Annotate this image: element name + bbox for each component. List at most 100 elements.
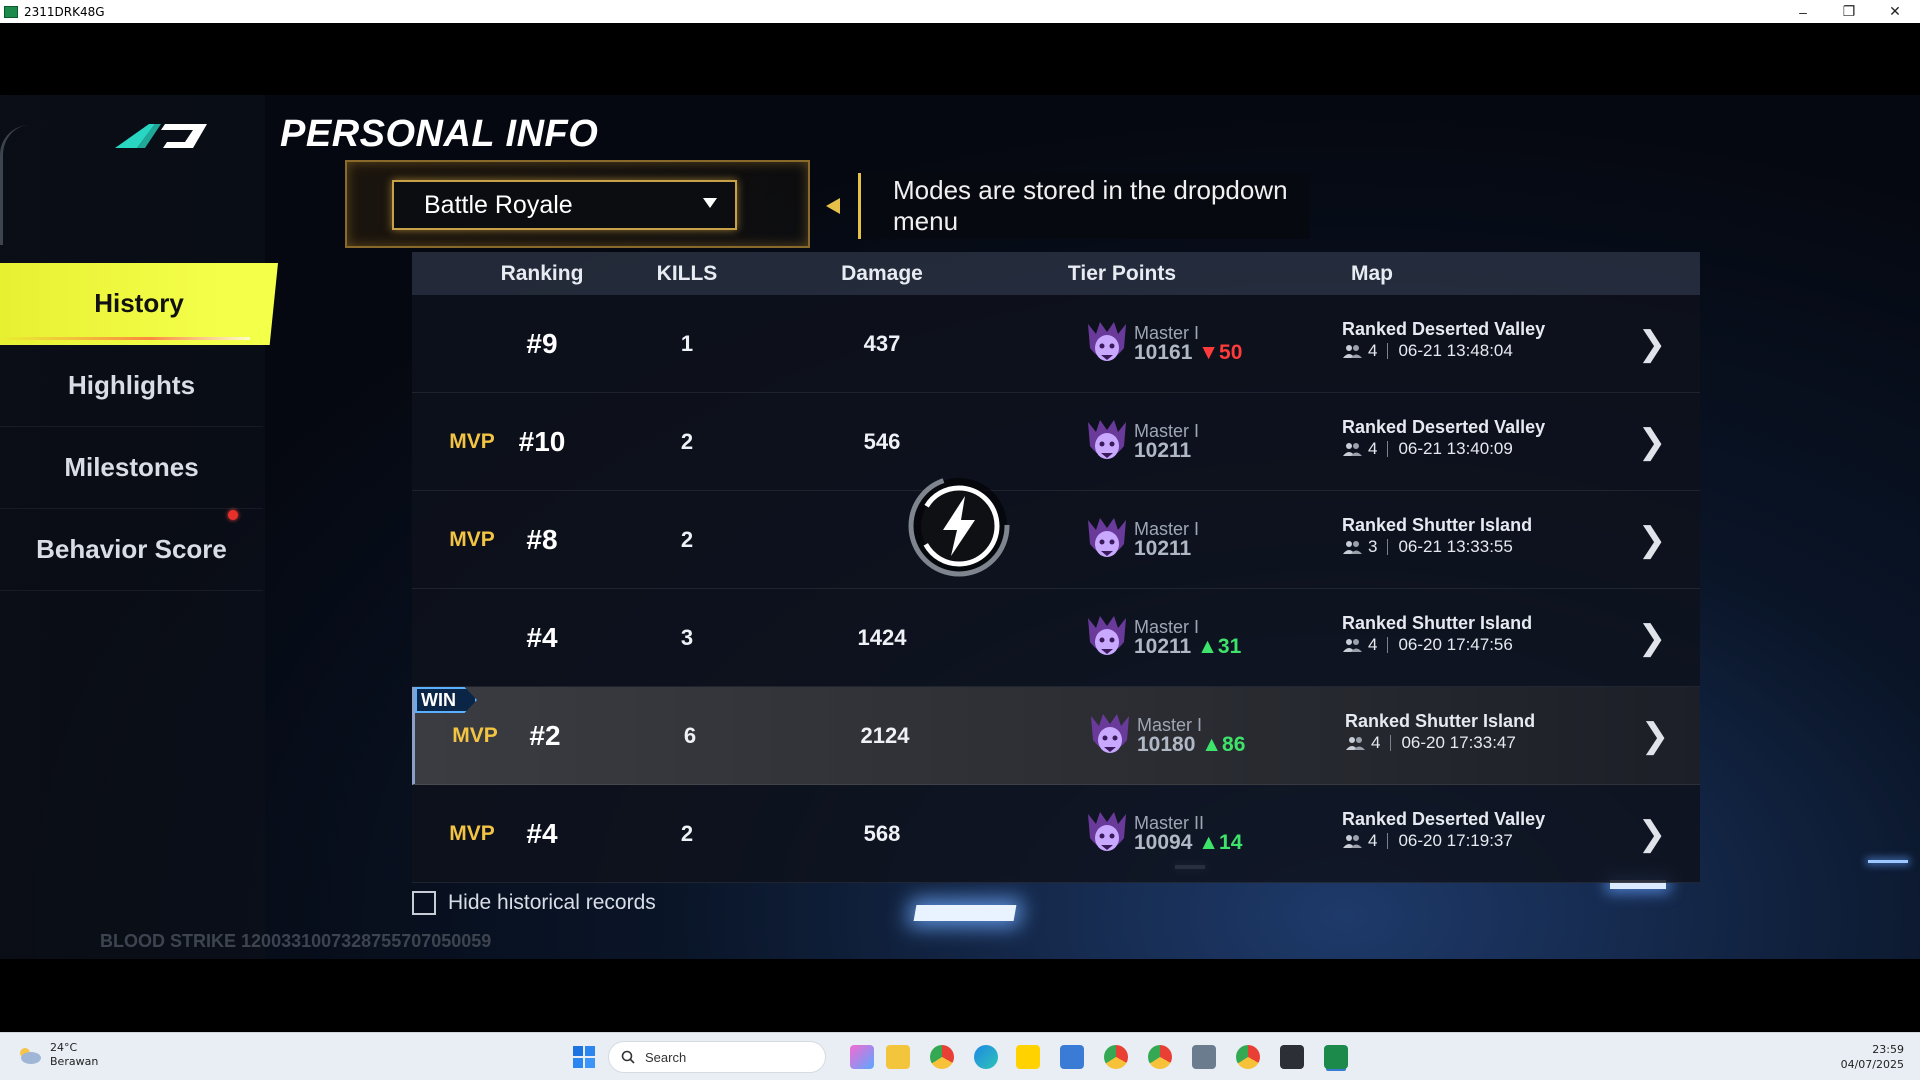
tier-points-value: 10211 xyxy=(1134,439,1192,463)
match-mode: Ranked xyxy=(1345,711,1411,731)
divider xyxy=(1387,539,1389,555)
notepad-icon[interactable] xyxy=(1060,1045,1084,1069)
minimize-button[interactable]: – xyxy=(1780,0,1826,23)
game-logo-icon xyxy=(115,124,207,148)
hide-records-checkbox[interactable] xyxy=(412,891,436,915)
weather-temp: 24°C xyxy=(50,1041,78,1054)
nav-label: Behavior Score xyxy=(36,534,227,564)
squad-icon xyxy=(1343,345,1362,358)
ranking-value: #4 xyxy=(526,818,558,849)
sticky-notes-icon[interactable] xyxy=(1016,1045,1040,1069)
mode-dropdown[interactable]: Battle Royale xyxy=(392,180,737,230)
squad-icon xyxy=(1343,835,1362,848)
header-map: Map xyxy=(1351,261,1393,285)
restore-button[interactable]: ❐ xyxy=(1826,0,1872,23)
nav-label: Milestones xyxy=(64,452,199,482)
window-title: 2311DRK48G xyxy=(24,4,105,19)
chevron-right-icon[interactable]: ❯ xyxy=(1635,687,1675,785)
match-time: 06-21 13:40:09 xyxy=(1398,439,1513,458)
ranking-value: #2 xyxy=(529,720,561,751)
chrome-profile-icon[interactable] xyxy=(1236,1045,1260,1069)
master-rank-icon xyxy=(1091,714,1129,753)
ranking-value: #8 xyxy=(526,524,558,555)
taskbar-search[interactable]: Search xyxy=(608,1041,826,1073)
search-icon xyxy=(621,1050,635,1064)
tier-points-delta: 86 xyxy=(1222,733,1246,757)
taskbar-clock[interactable]: 23:59 04/07/2025 xyxy=(1841,1042,1904,1073)
game-app-icon[interactable] xyxy=(1324,1045,1348,1069)
chrome-profile-icon[interactable] xyxy=(1148,1045,1172,1069)
map-name: Shutter Island xyxy=(1412,613,1533,633)
divider xyxy=(1387,343,1389,359)
terminal-icon[interactable] xyxy=(1280,1045,1304,1069)
table-row[interactable]: #9 1 437 Master I 10161 ▼50 Ranked Deserte… xyxy=(412,295,1700,393)
squad-size: 4 xyxy=(1368,439,1378,458)
edge-icon[interactable] xyxy=(974,1045,998,1069)
squad-icon xyxy=(1343,541,1362,554)
kills-value: 2 xyxy=(680,429,694,454)
chrome-profile-icon[interactable] xyxy=(1104,1045,1128,1069)
divider xyxy=(1387,833,1389,849)
weather-widget[interactable]: 24°C Berawan xyxy=(16,1041,98,1070)
file-explorer-icon[interactable] xyxy=(886,1045,910,1069)
match-time: 06-21 13:48:04 xyxy=(1398,341,1513,360)
chevron-right-icon[interactable]: ❯ xyxy=(1632,785,1672,883)
match-time: 06-20 17:47:56 xyxy=(1398,635,1513,654)
match-mode: Ranked xyxy=(1342,809,1408,829)
table-row[interactable]: #4 3 1424 Master I 10211 ▲31 Ranked Shutte… xyxy=(412,589,1700,687)
tier-points-value: 10211 xyxy=(1134,537,1192,561)
damage-value: 437 xyxy=(863,331,901,356)
table-row[interactable]: MVP #8 2 Master I 10211 Ranked Shutter Isl… xyxy=(412,491,1700,589)
table-row[interactable]: WIN MVP #2 6 2124 Master I 10180 ▲86 Ranked … xyxy=(412,687,1700,785)
tier-name: Master I xyxy=(1134,420,1200,441)
tier-name: Master II xyxy=(1134,812,1205,833)
map-cell: Ranked Shutter Island 4 06-20 17:33:47 xyxy=(1345,687,1595,785)
header-tier-points: Tier Points xyxy=(1067,261,1177,285)
tier-points-delta: 31 xyxy=(1217,635,1242,659)
history-table: Ranking KILLS Damage Tier Points Map #9 1… xyxy=(412,252,1700,883)
squad-icon xyxy=(1343,639,1362,652)
master-rank-icon xyxy=(1088,812,1126,851)
chevron-right-icon[interactable]: ❯ xyxy=(1632,491,1672,589)
table-header: Ranking KILLS Damage Tier Points Map xyxy=(412,252,1700,295)
chevron-right-icon[interactable]: ❯ xyxy=(1632,589,1672,687)
divider xyxy=(1390,735,1392,751)
tier-name: Master I xyxy=(1137,714,1203,735)
squad-size: 4 xyxy=(1368,341,1378,360)
master-rank-icon xyxy=(1088,616,1126,655)
chevron-right-icon[interactable]: ❯ xyxy=(1632,295,1672,393)
match-time: 06-20 17:33:47 xyxy=(1401,733,1516,752)
map-name: Deserted Valley xyxy=(1412,417,1546,437)
damage-value: 1424 xyxy=(857,625,907,650)
kills-value: 2 xyxy=(680,527,694,552)
master-rank-icon xyxy=(1088,518,1126,557)
points-up-icon: ▲ xyxy=(1197,635,1218,659)
windows-start-icon[interactable] xyxy=(572,1045,596,1069)
tier-name: Master I xyxy=(1134,518,1200,539)
mode-dropdown-value: Battle Royale xyxy=(424,190,573,219)
nav-item-highlights[interactable]: Highlights xyxy=(0,345,263,427)
nav-item-behavior-score[interactable]: Behavior Score xyxy=(0,509,263,591)
hide-records-label: Hide historical records xyxy=(448,891,656,914)
map-cell: Ranked Deserted Valley 4 06-21 13:40:09 xyxy=(1342,393,1592,491)
match-time: 06-20 17:19:37 xyxy=(1398,831,1513,850)
close-button[interactable]: ✕ xyxy=(1872,0,1918,23)
header-kills: KILLS xyxy=(656,261,718,285)
copilot-icon[interactable] xyxy=(850,1045,874,1069)
chrome-icon[interactable] xyxy=(930,1045,954,1069)
nav-item-milestones[interactable]: Milestones xyxy=(0,427,263,509)
nav-item-history[interactable]: History xyxy=(0,263,278,345)
calculator-icon[interactable] xyxy=(1192,1045,1216,1069)
tier-points-cell: Master II 10094 ▲14 xyxy=(1084,785,1324,883)
match-mode: Ranked xyxy=(1342,515,1408,535)
map-cell: Ranked Shutter Island 3 06-21 13:33:55 xyxy=(1342,491,1592,589)
chevron-right-icon[interactable]: ❯ xyxy=(1632,393,1672,491)
tier-points-delta: 50 xyxy=(1219,341,1243,365)
match-mode: Ranked xyxy=(1342,417,1408,437)
hide-historical-records[interactable]: Hide historical records xyxy=(412,891,656,915)
nav-label: History xyxy=(94,288,184,318)
match-time: 06-21 13:33:55 xyxy=(1398,537,1513,556)
tier-points-value: 10094 xyxy=(1134,831,1193,855)
table-row[interactable]: MVP #4 2 568 Master II 10094 ▲14 Ranked Des… xyxy=(412,785,1700,883)
table-row[interactable]: MVP #10 2 546 Master I 10211 Ranked Deserte… xyxy=(412,393,1700,491)
